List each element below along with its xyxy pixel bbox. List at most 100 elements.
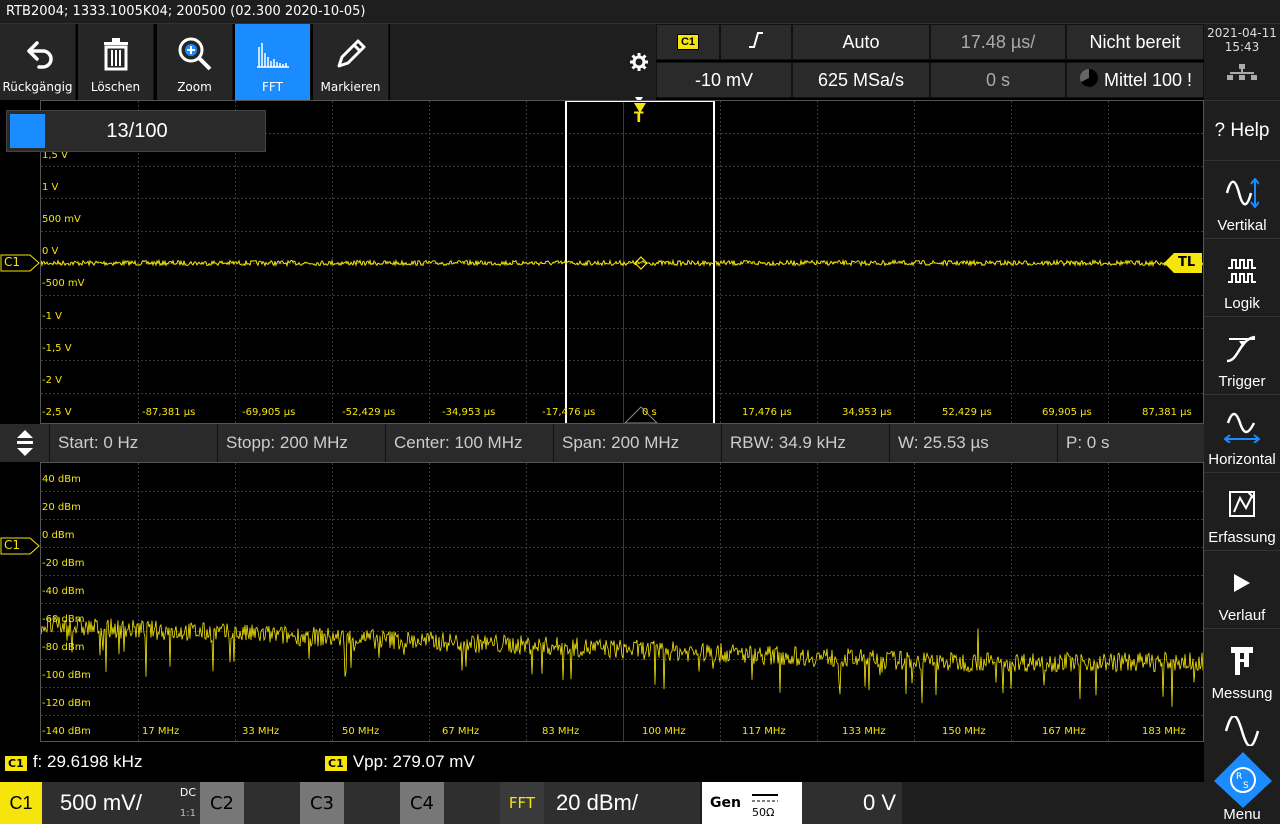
generator-value[interactable]: 0 V: [802, 782, 902, 824]
fft-y-label: -100 dBm: [42, 670, 91, 681]
channel-c2-tab[interactable]: C2: [200, 782, 244, 824]
datetime-box[interactable]: 2021-04-11 15:43: [1204, 24, 1280, 100]
trigger-button[interactable]: Trigger: [1204, 316, 1280, 394]
fft-y-label: 20 dBm: [42, 502, 81, 513]
fft-x-label: 100 MHz: [642, 726, 686, 737]
fft-rbw[interactable]: RBW: 34.9 kHz: [722, 424, 890, 462]
time-x-label: -69,905 µs: [242, 407, 296, 418]
zoom-button[interactable]: Zoom: [157, 24, 233, 100]
svg-text:S: S: [1243, 781, 1249, 791]
fft-y-label: -140 dBm: [42, 726, 91, 737]
trigger-position-marker[interactable]: T: [632, 100, 648, 130]
fft-position[interactable]: P: 0 s: [1058, 424, 1204, 462]
channel-c2-scale[interactable]: [244, 782, 300, 824]
measurement-frequency[interactable]: C1 f: 29.6198 kHz: [4, 752, 142, 772]
fft-x-label: 83 MHz: [542, 726, 580, 737]
fft-x-label: 133 MHz: [842, 726, 886, 737]
vertical-button[interactable]: Vertikal: [1204, 160, 1280, 238]
fft-window[interactable]: W: 25.53 µs: [890, 424, 1058, 462]
trigger-edge-rising[interactable]: [720, 24, 792, 60]
time-x-label: 34,953 µs: [842, 407, 892, 418]
fft-channel-tab[interactable]: FFT: [500, 782, 544, 824]
fft-y-label: -40 dBm: [42, 586, 85, 597]
toolbar-spacer: [390, 24, 622, 100]
menu-button[interactable]: RS Menu: [1204, 706, 1280, 824]
date-text: 2021-04-11: [1207, 26, 1277, 40]
fft-x-label: 167 MHz: [1042, 726, 1086, 737]
average-status[interactable]: Mittel 100 !: [1066, 62, 1204, 98]
channel-c4-scale[interactable]: [444, 782, 500, 824]
settings-panel[interactable]: [622, 24, 656, 103]
rising-edge-icon: [748, 31, 764, 54]
channel-c3-tab[interactable]: C3: [300, 782, 344, 824]
fft-span[interactable]: Span: 200 MHz: [554, 424, 722, 462]
wave-icon: [1224, 714, 1260, 750]
time-y-label: -2 V: [42, 375, 62, 386]
history-button[interactable]: Verlauf: [1204, 550, 1280, 628]
fft-center[interactable]: Center: 100 MHz: [386, 424, 554, 462]
fft-button[interactable]: FFT: [235, 24, 311, 100]
resize-arrows-icon[interactable]: [0, 424, 50, 462]
pencil-icon: [331, 34, 371, 74]
time-x-label: 0 s: [642, 407, 657, 418]
time-x-label: 69,905 µs: [1042, 407, 1092, 418]
channel-marker-fft[interactable]: C1: [0, 537, 40, 555]
trigger-state: Nicht bereit: [1066, 24, 1204, 60]
sample-rate: 625 MSa/s: [792, 62, 930, 98]
mark-button[interactable]: Markieren: [313, 24, 389, 100]
undo-button[interactable]: Rückgängig: [0, 24, 76, 100]
horizontal-position[interactable]: 0 s: [930, 62, 1066, 98]
fft-plot[interactable]: 40 dBm 20 dBm 0 dBm -20 dBm -40 dBm -60 dBm -8…: [40, 462, 1204, 742]
left-strip-fft: [0, 462, 40, 742]
trigger-mode[interactable]: Auto: [792, 24, 930, 60]
time-x-label: 87,381 µs: [1142, 407, 1192, 418]
zoom-icon: [175, 34, 215, 74]
timebase[interactable]: 17.48 µs/: [930, 24, 1066, 60]
rs-logo-icon: RS: [1212, 750, 1274, 812]
channel-c4-tab[interactable]: C4: [400, 782, 444, 824]
channel-marker-time[interactable]: C1: [0, 254, 40, 272]
trigger-level[interactable]: -10 mV: [656, 62, 792, 98]
logic-button[interactable]: Logik: [1204, 238, 1280, 316]
channel-c1-scale[interactable]: 500 mV/ DC 1:1: [42, 782, 200, 824]
mark-label: Markieren: [320, 80, 381, 94]
fft-x-label: 17 MHz: [142, 726, 180, 737]
fft-info-bar: Start: 0 Hz Stopp: 200 MHz Center: 100 M…: [0, 424, 1204, 462]
time-x-label: 17,476 µs: [742, 407, 792, 418]
time-y-label: -1 V: [42, 311, 62, 322]
fft-trace: [41, 615, 1203, 707]
fft-start[interactable]: Start: 0 Hz: [50, 424, 218, 462]
trigger-level-marker[interactable]: TL: [1164, 253, 1202, 273]
vertical-icon: [1222, 175, 1262, 211]
delete-button[interactable]: Löschen: [78, 24, 154, 100]
time-y-label: -1,5 V: [42, 343, 72, 354]
menu-label: Menu: [1223, 806, 1261, 823]
play-icon: [1222, 565, 1262, 601]
acquisition-button[interactable]: Erfassung: [1204, 472, 1280, 550]
time-x-label: -52,429 µs: [342, 407, 396, 418]
undo-icon: [18, 34, 58, 74]
time-y-label: -2,5 V: [42, 407, 72, 418]
fft-x-label: 117 MHz: [742, 726, 786, 737]
measure-button[interactable]: Messung: [1204, 628, 1280, 706]
time-y-label: 0 V: [42, 246, 59, 257]
fft-x-label: 67 MHz: [442, 726, 480, 737]
fft-stop[interactable]: Stopp: 200 MHz: [218, 424, 386, 462]
average-progress-icon: [1078, 67, 1100, 94]
zoom-label: Zoom: [177, 80, 212, 94]
fft-channel-scale[interactable]: 20 dBm/: [544, 782, 700, 824]
channel-c1-tab[interactable]: C1: [0, 782, 42, 824]
channel-c3-scale[interactable]: [344, 782, 400, 824]
horizontal-icon: [1222, 409, 1262, 445]
measurement-vpp[interactable]: C1 Vpp: 279.07 mV: [324, 752, 475, 772]
fft-y-label: 40 dBm: [42, 474, 81, 485]
fft-y-label: -120 dBm: [42, 698, 91, 709]
measure-icon: [1222, 643, 1262, 679]
svg-text:R: R: [1236, 772, 1242, 782]
horizontal-button[interactable]: Horizontal: [1204, 394, 1280, 472]
fft-x-label: 33 MHz: [242, 726, 280, 737]
window-title: RTB2004; 1333.1005K04; 200500 (02.300 20…: [0, 0, 1280, 24]
fft-y-label: 0 dBm: [42, 530, 75, 541]
status-channel[interactable]: C1: [656, 24, 720, 60]
help-button[interactable]: ? Help: [1204, 100, 1280, 160]
